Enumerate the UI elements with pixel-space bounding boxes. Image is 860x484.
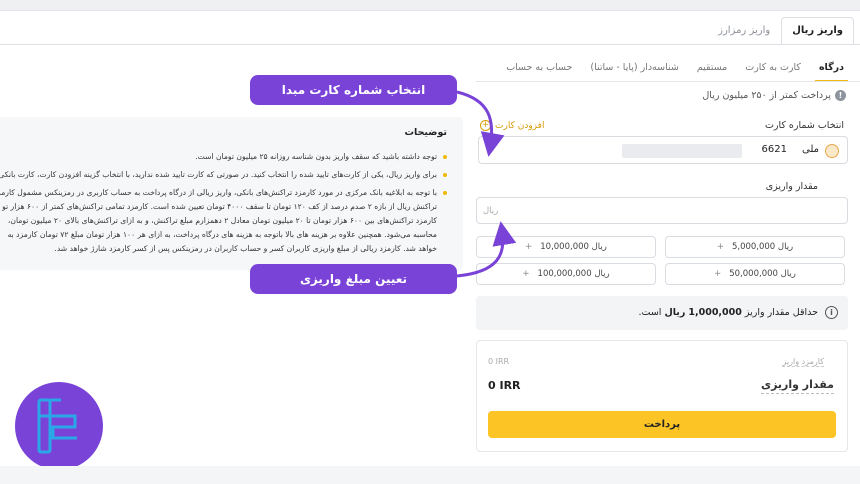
arrow-to-card-select [456, 90, 505, 157]
brand-mark-icon [37, 398, 77, 454]
callout-arrows [456, 90, 517, 278]
bottom-strip [0, 466, 860, 484]
brand-logo [15, 382, 103, 470]
arrow-to-amount-input [456, 221, 517, 278]
